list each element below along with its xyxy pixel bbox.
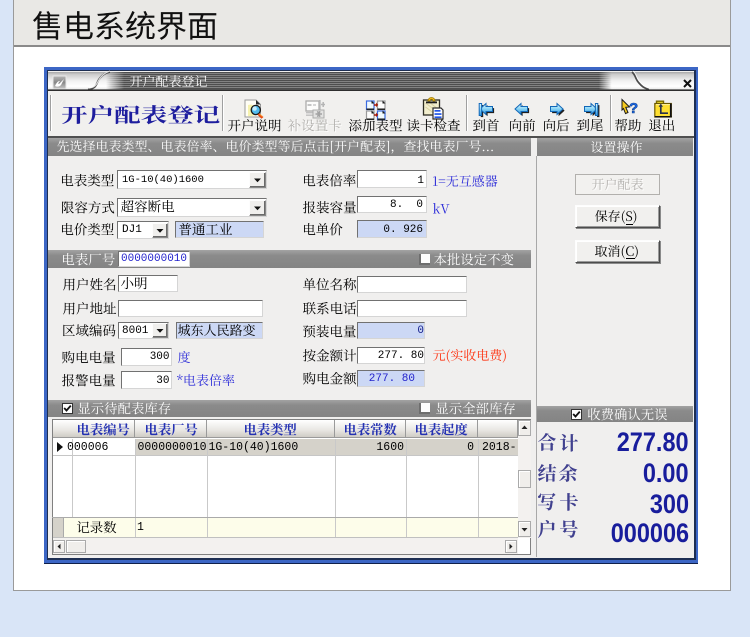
svg-text:?: ? [629, 100, 638, 117]
